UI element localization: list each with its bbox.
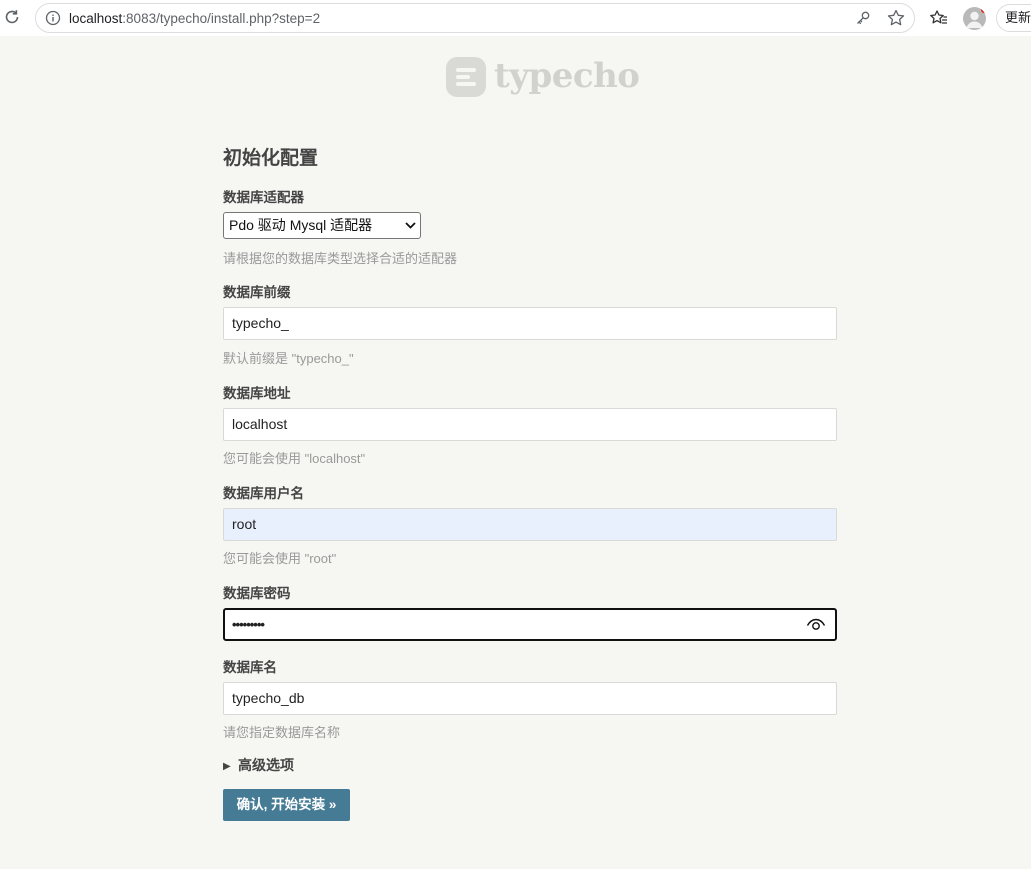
adapter-selected-value: Pdo 驱动 Mysql 适配器 — [229, 217, 373, 233]
database-input[interactable]: typecho_db — [223, 682, 837, 715]
url-path: :8083/typecho/install.php?step=2 — [122, 11, 321, 26]
password-input[interactable]: ••••••••• — [223, 608, 837, 641]
adapter-label: 数据库适配器 — [223, 190, 304, 205]
prefix-label: 数据库前缀 — [223, 285, 291, 300]
host-label: 数据库地址 — [223, 386, 291, 401]
password-masked-value: ••••••••• — [232, 617, 265, 632]
site-info-icon[interactable] — [45, 10, 61, 26]
profile-avatar[interactable] — [963, 7, 986, 30]
reload-icon[interactable] — [3, 8, 21, 26]
page-title: 初始化配置 — [223, 148, 319, 169]
user-description: 您可能会使用 "root" — [223, 551, 337, 566]
adapter-select[interactable]: Pdo 驱动 Mysql 适配器 — [223, 212, 421, 239]
host-input[interactable]: localhost — [223, 408, 837, 441]
bookmark-star-icon[interactable] — [886, 8, 906, 28]
update-button[interactable]: 更新 — [996, 4, 1031, 32]
browser-toolbar: localhost:8083/typecho/install.php?step=… — [0, 0, 1031, 36]
chevron-down-icon — [405, 222, 416, 229]
url-host: localhost — [69, 11, 123, 26]
user-value: root — [232, 516, 257, 532]
user-label: 数据库用户名 — [223, 486, 304, 501]
advanced-options-label: 高级选项 — [238, 757, 294, 773]
user-input[interactable]: root — [223, 508, 837, 541]
address-bar[interactable]: localhost:8083/typecho/install.php?step=… — [35, 3, 915, 33]
host-value: localhost — [232, 416, 288, 432]
adapter-description: 请根据您的数据库类型选择合适的适配器 — [223, 251, 458, 266]
password-label: 数据库密码 — [223, 586, 291, 601]
key-icon[interactable] — [854, 9, 872, 27]
typecho-logo: typecho — [446, 56, 640, 98]
database-description: 请您指定数据库名称 — [223, 725, 341, 740]
disclosure-triangle-icon: ▶ — [223, 761, 231, 772]
advanced-options-toggle[interactable]: ▶ 高级选项 — [223, 755, 294, 775]
logo-mark-icon — [446, 57, 486, 97]
prefix-description: 默认前缀是 "typecho_" — [223, 351, 354, 366]
confirm-install-button[interactable]: 确认, 开始安装 » — [223, 789, 350, 821]
database-label: 数据库名 — [223, 660, 277, 675]
prefix-value: typecho_ — [232, 315, 289, 331]
database-value: typecho_db — [232, 690, 305, 706]
host-description: 您可能会使用 "localhost" — [223, 451, 366, 466]
prefix-input[interactable]: typecho_ — [223, 307, 837, 340]
logo-text: typecho — [494, 56, 640, 96]
notification-dot — [981, 7, 986, 13]
url-text[interactable]: localhost:8083/typecho/install.php?step=… — [69, 11, 320, 26]
favorites-icon[interactable] — [929, 8, 949, 28]
show-password-eye-icon[interactable] — [806, 616, 826, 632]
